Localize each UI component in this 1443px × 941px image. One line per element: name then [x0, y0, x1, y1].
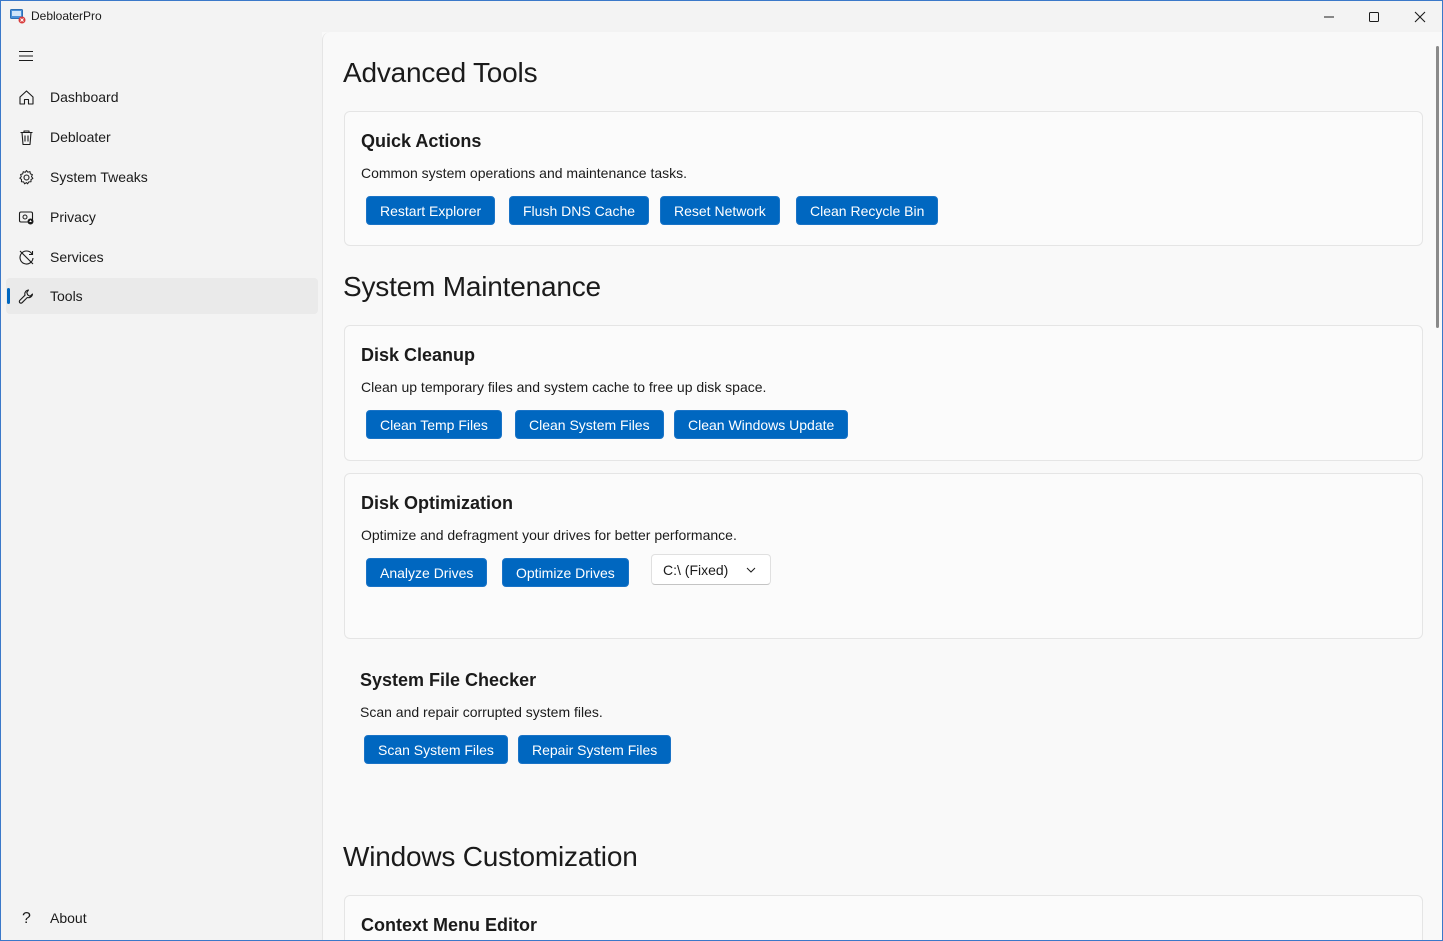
card-context-menu-editor: Context Menu Editor [344, 895, 1423, 940]
sidebar-item-label: Debloater [50, 129, 111, 145]
sidebar-item-label: System Tweaks [50, 169, 148, 185]
close-icon [1414, 11, 1426, 22]
card-description: Scan and repair corrupted system files. [360, 704, 603, 720]
maximize-button[interactable] [1351, 1, 1397, 32]
minimize-icon [1324, 16, 1334, 17]
maximize-icon [1369, 11, 1379, 22]
drive-select-value: C:\ (Fixed) [663, 562, 729, 578]
sidebar-item-privacy[interactable]: Privacy [6, 199, 318, 235]
card-system-file-checker: System File Checker Scan and repair corr… [344, 651, 1423, 791]
home-icon [19, 90, 34, 105]
chevron-down-icon [746, 567, 756, 573]
clean-recycle-bin-button[interactable]: Clean Recycle Bin [796, 196, 939, 225]
card-disk-optimization: Disk Optimization Optimize and defragmen… [344, 473, 1423, 639]
sidebar-item-about[interactable]: ? About [6, 900, 318, 936]
window-title: DebloaterPro [31, 9, 102, 23]
card-title: Quick Actions [361, 131, 482, 151]
sidebar-item-tools[interactable]: Tools [6, 278, 318, 314]
sidebar-item-dashboard[interactable]: Dashboard [6, 79, 318, 115]
section-title-system-maintenance: System Maintenance [343, 271, 601, 302]
repair-system-files-button[interactable]: Repair System Files [518, 735, 672, 764]
trash-icon [20, 130, 33, 146]
sidebar-item-label: About [50, 910, 87, 926]
card-description: Common system operations and maintenance… [361, 165, 688, 181]
navigation-pane: Dashboard Debloater System Tweaks Privac… [1, 32, 322, 940]
card-title: Disk Cleanup [361, 345, 476, 365]
card-title: Disk Optimization [361, 493, 514, 513]
title-bar[interactable]: DebloaterPro [1, 1, 1442, 32]
sidebar-item-services[interactable]: Services [6, 239, 318, 275]
services-icon [19, 250, 34, 265]
sidebar-item-label: Tools [50, 288, 83, 304]
hamburger-menu-button[interactable] [11, 42, 41, 70]
reset-network-button[interactable]: Reset Network [660, 196, 780, 225]
privacy-icon [18, 211, 34, 225]
close-button[interactable] [1397, 1, 1442, 32]
app-window: DebloaterPro Dashboard Debloater System … [0, 0, 1443, 941]
section-title-advanced-tools: Advanced Tools [343, 57, 538, 88]
sidebar-item-label: Privacy [50, 209, 96, 225]
section-title-windows-customization: Windows Customization [343, 841, 638, 872]
card-description: Clean up temporary files and system cach… [361, 379, 767, 395]
wrench-icon [18, 289, 34, 304]
scan-system-files-button[interactable]: Scan System Files [364, 735, 508, 764]
card-title: Context Menu Editor [361, 915, 537, 935]
sidebar-item-label: Dashboard [50, 89, 119, 105]
analyze-drives-button[interactable]: Analyze Drives [366, 558, 488, 587]
drive-select-dropdown[interactable]: C:\ (Fixed) [651, 554, 771, 585]
sidebar-item-debloater[interactable]: Debloater [6, 119, 318, 155]
clean-windows-update-button[interactable]: Clean Windows Update [674, 410, 849, 439]
app-logo-icon [10, 9, 26, 24]
card-quick-actions: Quick Actions Common system operations a… [344, 111, 1423, 246]
minimize-button[interactable] [1306, 1, 1352, 32]
flush-dns-cache-button[interactable]: Flush DNS Cache [509, 196, 650, 225]
sidebar-item-system-tweaks[interactable]: System Tweaks [6, 159, 318, 195]
optimize-drives-button[interactable]: Optimize Drives [502, 558, 629, 587]
card-description: Optimize and defragment your drives for … [361, 527, 737, 543]
selection-indicator [7, 288, 10, 304]
clean-temp-files-button[interactable]: Clean Temp Files [366, 410, 502, 439]
card-title: System File Checker [360, 670, 537, 690]
question-icon: ? [22, 910, 31, 927]
card-disk-cleanup: Disk Cleanup Clean up temporary files an… [344, 325, 1423, 461]
sidebar-item-label: Services [50, 249, 104, 265]
restart-explorer-button[interactable]: Restart Explorer [366, 196, 496, 225]
vertical-scrollbar[interactable] [1436, 46, 1439, 328]
clean-system-files-button[interactable]: Clean System Files [515, 410, 664, 439]
hamburger-icon [19, 50, 33, 62]
main-content: Advanced Tools Quick Actions Common syst… [322, 32, 1442, 940]
gear-icon [19, 170, 34, 185]
